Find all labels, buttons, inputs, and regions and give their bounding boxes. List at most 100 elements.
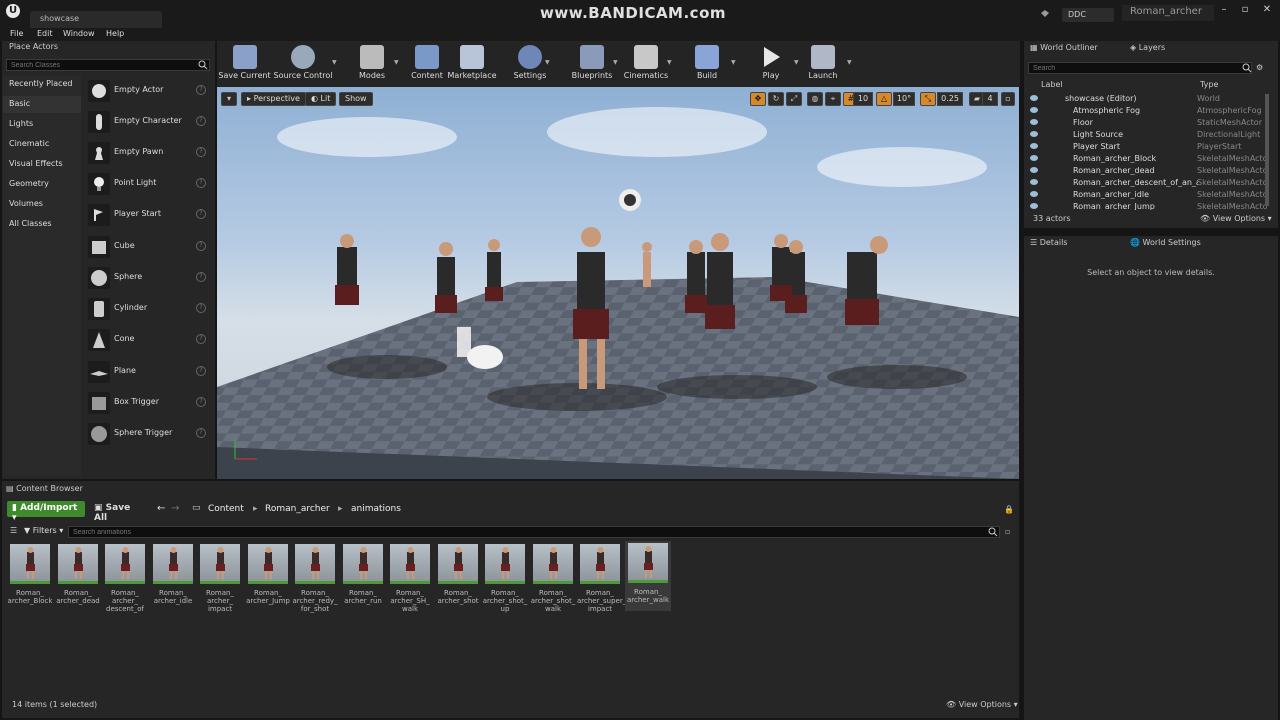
help-icon[interactable]: ? — [196, 147, 206, 157]
maximize-icon[interactable]: ▫ — [1238, 4, 1252, 16]
animation-asset-tile[interactable]: Roman_ archer_SH_ walk — [387, 542, 433, 613]
place-actors-tab[interactable]: Place Actors — [4, 42, 58, 55]
help-icon[interactable]: ? — [196, 397, 206, 407]
actor-point-light[interactable]: Point Light ? — [84, 171, 212, 199]
scale-snap-value[interactable]: 0.25 — [937, 92, 963, 106]
visibility-eye-icon[interactable] — [1030, 95, 1038, 101]
settings-dropdown-icon[interactable]: ▼ — [545, 59, 550, 66]
surface-snap-icon[interactable]: ⌖ — [825, 92, 841, 106]
outliner-row[interactable]: Roman_archer_idle SkeletalMeshActo — [1028, 190, 1268, 202]
actor-empty-character[interactable]: Empty Character ? — [84, 109, 212, 137]
help-icon[interactable]: ? — [196, 116, 206, 126]
help-icon[interactable]: ? — [196, 85, 206, 95]
column-type-header[interactable]: Type — [1200, 80, 1218, 89]
breadcrumb-roman-archer[interactable]: Roman_archer — [265, 504, 330, 514]
help-icon[interactable]: ? — [196, 178, 206, 188]
outliner-row[interactable]: Light Source DirectionalLight — [1028, 130, 1268, 142]
actor-sphere-trigger[interactable]: Sphere Trigger ? — [84, 421, 212, 449]
sources-toggle-icon[interactable]: ☰ — [10, 526, 17, 535]
blueprints-button[interactable]: Blueprints — [569, 41, 615, 87]
content-button[interactable]: Content — [407, 41, 447, 87]
actor-box-trigger[interactable]: Box Trigger ? — [84, 390, 212, 418]
actor-empty-actor[interactable]: Empty Actor ? — [84, 78, 212, 106]
world-outliner-tab[interactable]: ▦ World Outliner — [1030, 43, 1098, 56]
add-import-button[interactable]: ▮ Add/Import ▾ — [7, 501, 85, 523]
minimize-icon[interactable]: – — [1217, 4, 1231, 16]
viewport-options-icon[interactable]: ▾ — [221, 92, 237, 106]
outliner-row[interactable]: Floor StaticMeshActor — [1028, 118, 1268, 130]
level-viewport[interactable]: ▾ ▸ Perspective ◐ Lit Show ✥ ↻ ⤢ ◍ ⌖ # 1… — [217, 87, 1019, 479]
column-label-header[interactable]: Label — [1041, 80, 1063, 89]
visibility-eye-icon[interactable] — [1030, 143, 1038, 149]
blueprints-dropdown-icon[interactable]: ▼ — [613, 59, 618, 66]
category-lights[interactable]: Lights — [3, 116, 81, 133]
camera-speed-value[interactable]: 4 — [982, 92, 998, 106]
actor-empty-pawn[interactable]: Empty Pawn ? — [84, 140, 212, 168]
scale-tool-icon[interactable]: ⤢ — [786, 92, 802, 106]
outliner-row[interactable]: Roman_archer_descent_of_an_arroSkeletalM… — [1028, 178, 1268, 190]
breadcrumb-content[interactable]: Content — [208, 504, 244, 514]
content-browser-tab[interactable]: ▤ Content Browser — [6, 484, 83, 493]
animation-asset-tile[interactable]: Roman_ archer_dead — [55, 542, 101, 610]
save-search-icon[interactable]: ▫ — [1005, 527, 1010, 536]
visibility-eye-icon[interactable] — [1030, 179, 1038, 185]
breadcrumb-animations[interactable]: animations — [351, 504, 401, 514]
search-animations-input[interactable] — [68, 526, 1000, 538]
visibility-eye-icon[interactable] — [1030, 119, 1038, 125]
help-icon[interactable]: ? — [196, 428, 206, 438]
visibility-eye-icon[interactable] — [1030, 107, 1038, 113]
animation-asset-tile[interactable]: Roman_ archer_Jump — [245, 542, 291, 610]
category-cinematic[interactable]: Cinematic — [3, 136, 81, 153]
help-icon[interactable]: ? — [196, 366, 206, 376]
actor-sphere[interactable]: Sphere ? — [84, 265, 212, 293]
build-button[interactable]: Build — [687, 41, 727, 87]
back-arrow-icon[interactable]: ← — [157, 503, 165, 514]
visibility-eye-icon[interactable] — [1030, 167, 1038, 173]
marketplace-button[interactable]: Marketplace — [447, 41, 497, 87]
menu-help[interactable]: Help — [106, 29, 124, 38]
help-icon[interactable]: ? — [196, 209, 206, 219]
world-settings-tab[interactable]: 🌐 World Settings — [1130, 238, 1201, 251]
modes-dropdown-icon[interactable]: ▼ — [394, 59, 399, 66]
cinematics-dropdown-icon[interactable]: ▼ — [667, 59, 672, 66]
ddc-button[interactable]: DDC — [1062, 8, 1114, 22]
build-dropdown-icon[interactable]: ▼ — [731, 59, 736, 66]
cinematics-button[interactable]: Cinematics — [623, 41, 669, 87]
actor-cylinder[interactable]: Cylinder ? — [84, 296, 212, 324]
animation-asset-tile[interactable]: Roman_ archer_walk — [625, 541, 671, 611]
actor-cone[interactable]: Cone ? — [84, 327, 212, 355]
lit-button[interactable]: ◐ Lit — [305, 92, 337, 106]
launch-dropdown-icon[interactable]: ▼ — [847, 59, 852, 66]
rotate-tool-icon[interactable]: ↻ — [768, 92, 784, 106]
actor-player-start[interactable]: Player Start ? — [84, 202, 212, 230]
notification-icon[interactable] — [1040, 9, 1050, 19]
menu-window[interactable]: Window — [63, 29, 95, 38]
source-control-dropdown-icon[interactable]: ▼ — [332, 59, 337, 66]
grid-snap-value[interactable]: 10 — [853, 92, 873, 106]
actor-plane[interactable]: Plane ? — [84, 359, 212, 387]
outliner-row[interactable]: Player Start PlayerStart — [1028, 142, 1268, 154]
rotation-snap-value[interactable]: 10° — [893, 92, 915, 106]
animation-asset-tile[interactable]: Roman_ archer_shot_ walk — [530, 542, 576, 613]
menu-edit[interactable]: Edit — [37, 29, 53, 38]
category-basic[interactable]: Basic — [3, 96, 81, 113]
folder-icon[interactable]: ▭ — [192, 503, 201, 513]
scale-snap-icon[interactable]: ⤡ — [920, 92, 936, 106]
help-icon[interactable]: ? — [196, 334, 206, 344]
help-icon[interactable]: ? — [196, 272, 206, 282]
details-tab[interactable]: ☰ Details — [1030, 238, 1067, 251]
search-icon[interactable] — [198, 60, 208, 70]
save-all-button[interactable]: ▣ Save All — [90, 501, 150, 523]
modes-button[interactable]: Modes — [350, 41, 394, 87]
filters-dropdown[interactable]: ▼ Filters ▾ — [24, 526, 63, 535]
search-icon[interactable] — [988, 527, 998, 537]
launch-button[interactable]: Launch — [803, 41, 843, 87]
maximize-viewport-icon[interactable]: ▫ — [1001, 92, 1015, 106]
play-dropdown-icon[interactable]: ▼ — [794, 59, 799, 66]
outliner-settings-icon[interactable]: ⚙ — [1256, 63, 1263, 72]
category-volumes[interactable]: Volumes — [3, 196, 81, 213]
outliner-search-input[interactable] — [1028, 62, 1252, 74]
actor-cube[interactable]: Cube ? — [84, 234, 212, 262]
help-icon[interactable]: ? — [196, 303, 206, 313]
forward-arrow-icon[interactable]: → — [171, 503, 179, 514]
